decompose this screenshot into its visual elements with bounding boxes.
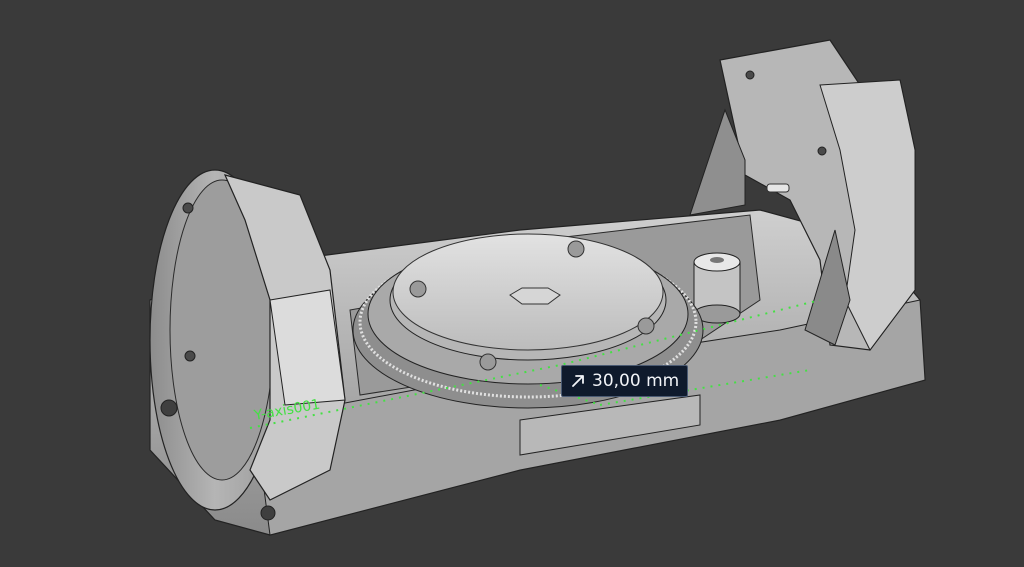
- left-end-plate: [149, 169, 346, 521]
- 3d-viewport[interactable]: Y-axis001 30,00 mm: [0, 0, 1024, 567]
- motor-pulley: [693, 252, 741, 324]
- measurement-value: 30,00 mm: [592, 371, 680, 391]
- model-canvas[interactable]: [0, 0, 1024, 567]
- measurement-badge[interactable]: 30,00 mm: [561, 365, 689, 397]
- diagonal-arrow-icon: [572, 375, 584, 387]
